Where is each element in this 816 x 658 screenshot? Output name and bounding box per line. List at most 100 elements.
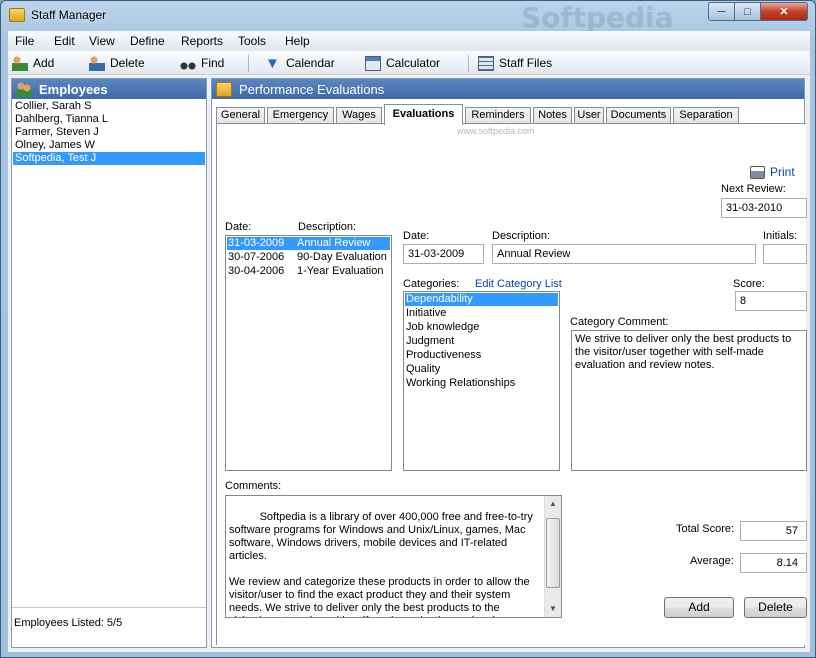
title-watermark: Softpedia (521, 1, 674, 34)
evaluation-date: 30-07-2006 (228, 251, 285, 263)
menu-tools[interactable]: Tools (238, 34, 266, 48)
employees-icon (16, 81, 32, 97)
employees-pane: Employees Collier, Sarah S Dahlberg, Tia… (11, 78, 207, 648)
window-title: Staff Manager (31, 8, 107, 22)
comments-scrollbar[interactable]: ▲ ▼ (544, 496, 561, 617)
evaluations-title: Performance Evaluations (239, 81, 385, 97)
filter-icon: ▼ (265, 54, 280, 72)
evaluations-header: Performance Evaluations (212, 79, 804, 99)
tab-emergency[interactable]: Emergency (267, 107, 334, 124)
find-button[interactable]: Find (180, 54, 224, 72)
initials-label: Initials: (763, 230, 798, 242)
next-review-field[interactable]: 31-03-2010 (721, 198, 807, 218)
scroll-thumb[interactable] (546, 518, 560, 588)
evaluation-row[interactable]: 30-07-2006 90-Day Evaluation (227, 251, 390, 264)
delete-label: Delete (110, 56, 145, 70)
date-field[interactable]: 31-03-2009 (403, 244, 484, 264)
menu-define[interactable]: Define (130, 34, 165, 48)
tab-user[interactable]: User (574, 107, 604, 124)
employee-item[interactable]: Dahlberg, Tianna L (13, 113, 205, 126)
category-item-selected[interactable]: Dependability (405, 293, 558, 306)
tab-notes[interactable]: Notes (533, 107, 572, 124)
calendar-label: Calendar (286, 56, 335, 70)
initials-field[interactable] (763, 244, 807, 264)
scroll-up-icon[interactable]: ▲ (545, 496, 561, 512)
category-item[interactable]: Quality (405, 363, 558, 376)
employee-item[interactable]: Farmer, Steven J (13, 126, 205, 139)
calculator-label: Calculator (386, 56, 441, 70)
category-item[interactable]: Initiative (405, 307, 558, 320)
title-bar[interactable]: Staff Manager Softpedia ─ □ ✕ (1, 1, 815, 34)
employees-title: Employees (39, 81, 108, 97)
category-item[interactable]: Productiveness (405, 349, 558, 362)
staff-files-button[interactable]: Staff Files (478, 54, 552, 72)
evaluation-description: Annual Review (297, 237, 371, 249)
printer-icon (750, 165, 765, 179)
staff-files-icon (478, 55, 494, 71)
close-button[interactable]: ✕ (760, 2, 808, 21)
tab-wages[interactable]: Wages (336, 107, 382, 124)
evaluation-date: 31-03-2009 (228, 237, 285, 249)
calculator-button[interactable]: Calculator (365, 54, 440, 72)
list-date-header: Date: (225, 221, 252, 233)
close-icon: ✕ (779, 6, 789, 18)
delete-evaluation-button[interactable]: Delete (744, 597, 807, 618)
category-item[interactable]: Job knowledge (405, 321, 558, 334)
average-label: Average: (690, 555, 734, 567)
scroll-down-icon[interactable]: ▼ (545, 601, 561, 617)
total-score-label: Total Score: (676, 523, 735, 535)
tab-documents[interactable]: Documents (606, 107, 671, 124)
evaluations-pane: Performance Evaluations General Emergenc… (211, 78, 807, 648)
evaluation-row-selected[interactable]: 31-03-2009 Annual Review (227, 237, 390, 250)
evaluation-description: 1-Year Evaluation (297, 265, 384, 277)
minimize-button[interactable]: ─ (708, 2, 735, 21)
add-user-icon (12, 55, 28, 71)
total-score-field: 57 (740, 521, 807, 541)
menu-view[interactable]: View (89, 34, 115, 48)
employee-list: Collier, Sarah S Dahlberg, Tianna L Farm… (12, 100, 206, 165)
next-review-label: Next Review: (721, 183, 786, 195)
calendar-button[interactable]: ▼ Calendar (265, 54, 335, 72)
add-evaluation-button[interactable]: Add (664, 597, 734, 618)
menu-file[interactable]: File (15, 34, 34, 48)
tab-separation[interactable]: Separation (673, 107, 739, 124)
category-item[interactable]: Judgment (405, 335, 558, 348)
print-button[interactable]: Print (750, 165, 795, 179)
evaluations-tab-page: www.softpedia.com Print Next Review: 31-… (216, 123, 807, 645)
tab-reminders[interactable]: Reminders (465, 107, 531, 124)
employees-header: Employees (12, 79, 206, 99)
description-label: Description: (492, 230, 551, 242)
delete-button[interactable]: Delete (89, 54, 145, 72)
category-comment-field[interactable]: We strive to deliver only the best produ… (571, 330, 807, 471)
minimize-icon: ─ (717, 5, 726, 18)
description-field[interactable]: Annual Review (492, 244, 756, 264)
menu-reports[interactable]: Reports (181, 34, 223, 48)
evaluation-list[interactable]: 31-03-2009 Annual Review 30-07-2006 90-Day… (225, 235, 392, 471)
tab-general[interactable]: General (216, 107, 265, 124)
maximize-button[interactable]: □ (734, 2, 761, 21)
employee-item[interactable]: Collier, Sarah S (13, 100, 205, 113)
score-field[interactable]: 8 (735, 291, 807, 311)
tab-evaluations[interactable]: Evaluations (384, 104, 463, 125)
evaluation-date: 30-04-2006 (228, 265, 285, 277)
menu-help[interactable]: Help (285, 34, 310, 48)
menu-bar: File Edit View Define Reports Tools Help (8, 31, 810, 51)
add-button[interactable]: Add (12, 54, 54, 72)
employee-item-selected[interactable]: Softpedia, Test J (13, 152, 205, 165)
edit-category-list-link[interactable]: Edit Category List (475, 278, 562, 290)
menu-edit[interactable]: Edit (54, 34, 75, 48)
category-item[interactable]: Working Relationships (405, 377, 558, 390)
maximize-icon: □ (744, 5, 751, 18)
comments-field[interactable]: Softpedia is a library of over 400,000 f… (225, 495, 562, 618)
evaluation-row[interactable]: 30-04-2006 1-Year Evaluation (227, 265, 390, 278)
toolbar-separator (468, 55, 469, 72)
category-list[interactable]: Dependability Initiative Job knowledge J… (403, 291, 560, 471)
employee-item[interactable]: Olney, James W (13, 139, 205, 152)
print-label: Print (770, 165, 795, 179)
toolbar-separator (248, 55, 249, 72)
score-label: Score: (733, 278, 765, 290)
comments-label: Comments: (225, 480, 282, 492)
delete-user-icon (89, 55, 105, 71)
categories-label: Categories: (403, 278, 460, 290)
comments-text: Softpedia is a library of over 400,000 f… (229, 511, 533, 617)
